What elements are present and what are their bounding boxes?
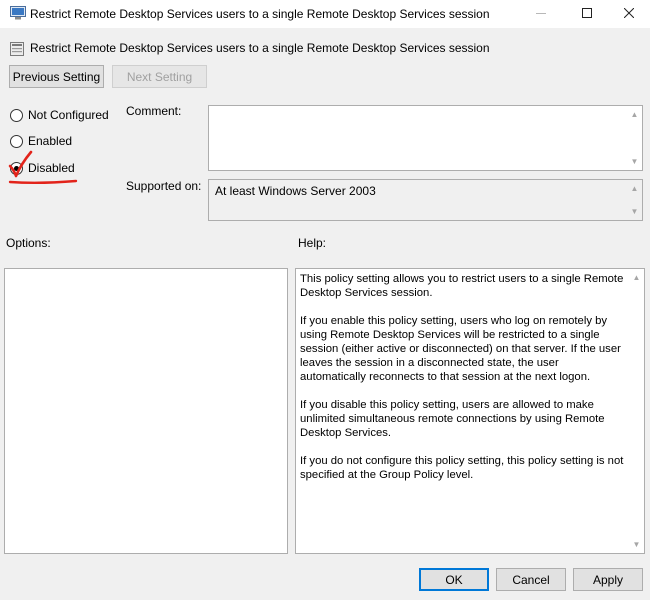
help-scrollbar[interactable]: ▲ ▼ xyxy=(629,269,644,553)
options-label: Options: xyxy=(6,236,51,250)
scroll-up-icon[interactable]: ▲ xyxy=(632,273,641,282)
apply-button[interactable]: Apply xyxy=(573,568,643,591)
help-text: This policy setting allows you to restri… xyxy=(300,272,624,496)
help-paragraph: This policy setting allows you to restri… xyxy=(300,273,624,299)
window-title: Restrict Remote Desktop Services users t… xyxy=(30,7,490,21)
help-panel: This policy setting allows you to restri… xyxy=(295,268,645,554)
scroll-down-icon[interactable]: ▼ xyxy=(632,540,641,549)
title-bar: Restrict Remote Desktop Services users t… xyxy=(0,0,650,28)
comment-scrollbar[interactable]: ▲ ▼ xyxy=(627,106,642,170)
next-setting-button[interactable]: Next Setting xyxy=(112,65,207,88)
radio-circle[interactable] xyxy=(10,108,23,122)
radio-label: Enabled xyxy=(28,134,73,148)
scroll-up-icon[interactable]: ▲ xyxy=(630,110,639,119)
close-button[interactable] xyxy=(606,0,650,28)
help-label: Help: xyxy=(298,236,327,250)
radio-circle[interactable] xyxy=(10,161,23,175)
supported-on-field: At least Windows Server 2003 ▲ ▼ xyxy=(208,179,643,221)
policy-dialog: Restrict Remote Desktop Services users t… xyxy=(0,28,650,600)
help-paragraph: If you do not configure this policy sett… xyxy=(300,455,624,481)
policy-window-icon xyxy=(10,6,26,20)
policy-heading: Restrict Remote Desktop Services users t… xyxy=(30,41,490,55)
close-icon xyxy=(623,7,635,21)
help-paragraph: If you enable this policy setting, users… xyxy=(300,315,621,383)
supported-on-value: At least Windows Server 2003 xyxy=(215,184,376,198)
minimize-icon xyxy=(536,7,546,21)
maximize-button[interactable] xyxy=(564,0,610,28)
supported-on-label: Supported on: xyxy=(126,179,202,193)
comment-field[interactable]: ▲ ▼ xyxy=(208,105,643,171)
supported-scrollbar[interactable]: ▲ ▼ xyxy=(627,180,642,220)
radio-not-configured[interactable]: Not Configured xyxy=(10,108,109,122)
radio-disabled[interactable]: Disabled xyxy=(10,161,75,175)
scroll-up-icon[interactable]: ▲ xyxy=(630,184,639,193)
radio-label: Disabled xyxy=(28,161,75,175)
options-panel xyxy=(4,268,288,554)
ok-button[interactable]: OK xyxy=(419,568,489,591)
scroll-down-icon[interactable]: ▼ xyxy=(630,207,639,216)
help-paragraph: If you disable this policy setting, user… xyxy=(300,399,605,439)
cancel-button[interactable]: Cancel xyxy=(496,568,566,591)
previous-setting-button[interactable]: Previous Setting xyxy=(9,65,104,88)
maximize-icon xyxy=(582,7,592,21)
policy-setting-icon xyxy=(9,41,25,57)
comment-label: Comment: xyxy=(126,104,182,118)
scroll-down-icon[interactable]: ▼ xyxy=(630,157,639,166)
radio-enabled[interactable]: Enabled xyxy=(10,134,72,148)
radio-circle[interactable] xyxy=(10,134,23,148)
minimize-button[interactable] xyxy=(518,0,564,28)
radio-label: Not Configured xyxy=(28,108,109,122)
